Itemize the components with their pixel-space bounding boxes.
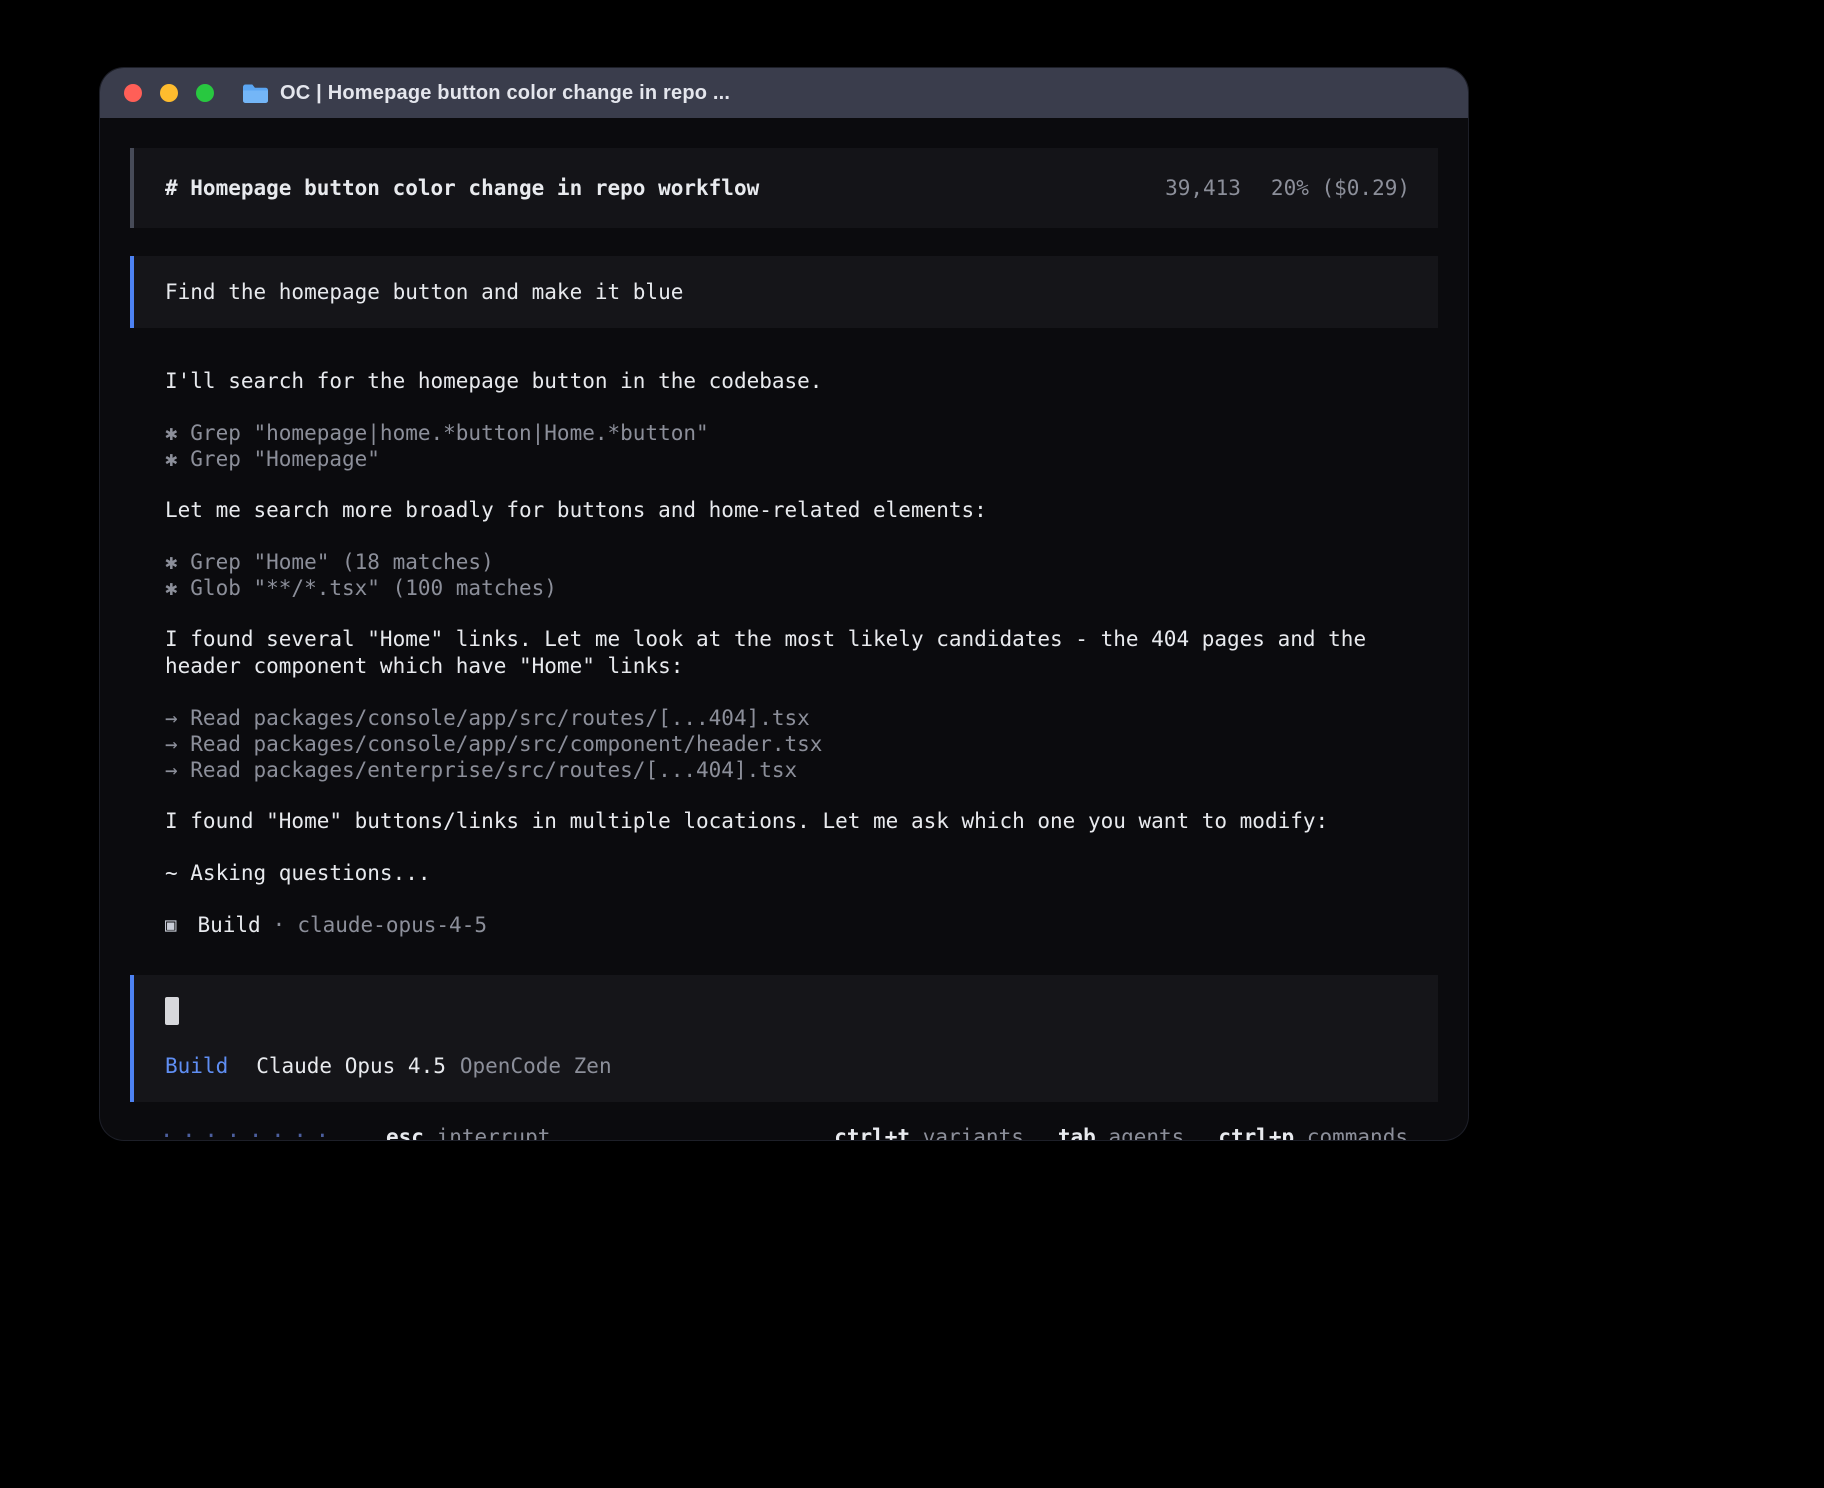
tab-key: tab: [1058, 1125, 1096, 1141]
progress-dots: ········: [160, 1124, 338, 1140]
context-usage: 20% ($0.29): [1271, 176, 1410, 200]
agent-icon: ▣: [165, 912, 176, 938]
titlebar: OC | Homepage button color change in rep…: [100, 68, 1468, 118]
input-provider-label: OpenCode Zen: [460, 1054, 612, 1078]
assistant-text: I found several "Home" links. Let me loo…: [165, 626, 1438, 680]
folder-icon: [242, 83, 269, 104]
ctrl-t-key: ctrl+t: [834, 1125, 910, 1141]
user-message: Find the homepage button and make it blu…: [130, 256, 1438, 328]
input-meta: Build Claude Opus 4.5 OpenCode Zen: [165, 1054, 1408, 1078]
user-message-text: Find the homepage button and make it blu…: [165, 280, 683, 304]
status-text: ~ Asking questions...: [165, 860, 1438, 887]
token-count: 39,413: [1165, 176, 1241, 200]
variants-label: variants: [923, 1125, 1024, 1141]
esc-key: esc: [386, 1125, 424, 1141]
tool-call-glob: ✱ Glob "**/*.tsx" (100 matches): [165, 575, 1438, 601]
minimize-button[interactable]: [160, 84, 178, 102]
input-model-label[interactable]: Claude Opus 4.5: [256, 1054, 446, 1078]
tool-call-group: ✱ Grep "homepage|home.*button|Home.*butt…: [165, 420, 1438, 472]
shortcut-commands: ctrl+p commands: [1218, 1125, 1408, 1141]
terminal-window: OC | Homepage button color change in rep…: [100, 68, 1468, 1140]
close-button[interactable]: [124, 84, 142, 102]
zoom-button[interactable]: [196, 84, 214, 102]
tool-call-group: → Read packages/console/app/src/routes/[…: [165, 705, 1438, 783]
shortcut-variants: ctrl+t variants: [834, 1125, 1024, 1141]
assistant-text: Let me search more broadly for buttons a…: [165, 497, 1438, 524]
input-mode-label[interactable]: Build: [165, 1054, 228, 1078]
session-stats: 39,413 20% ($0.29): [1165, 176, 1410, 200]
status-bar-right: ctrl+t variants tab agents ctrl+p comman…: [834, 1125, 1408, 1141]
text-cursor: [165, 997, 179, 1025]
session-header: # Homepage button color change in repo w…: [130, 148, 1438, 228]
esc-label: interrupt: [437, 1125, 551, 1141]
window-title: OC | Homepage button color change in rep…: [280, 82, 730, 105]
tool-call-read: → Read packages/console/app/src/componen…: [165, 731, 1438, 757]
agent-name: Build: [197, 912, 260, 938]
agents-label: agents: [1108, 1125, 1184, 1141]
assistant-text: I'll search for the homepage button in t…: [165, 368, 1438, 395]
tool-call-grep: ✱ Grep "Homepage": [165, 446, 1438, 472]
tool-call-read: → Read packages/console/app/src/routes/[…: [165, 705, 1438, 731]
tool-call-read: → Read packages/enterprise/src/routes/[.…: [165, 757, 1438, 783]
agent-separator: ·: [273, 912, 286, 938]
tool-call-grep: ✱ Grep "Home" (18 matches): [165, 549, 1438, 575]
status-bar-left: ········ esc interrupt: [160, 1124, 550, 1140]
agent-model: claude-opus-4-5: [297, 912, 487, 938]
tool-call-grep: ✱ Grep "homepage|home.*button|Home.*butt…: [165, 420, 1438, 446]
agent-status-line: ▣ Build · claude-opus-4-5: [130, 912, 1438, 938]
ctrl-p-key: ctrl+p: [1218, 1125, 1294, 1141]
shortcut-interrupt: esc interrupt: [386, 1125, 550, 1141]
tool-call-group: ✱ Grep "Home" (18 matches) ✱ Glob "**/*.…: [165, 549, 1438, 601]
session-title: # Homepage button color change in repo w…: [165, 176, 759, 200]
shortcut-agents: tab agents: [1058, 1125, 1184, 1141]
status-bar: ········ esc interrupt ctrl+t variants t…: [130, 1124, 1438, 1140]
terminal-content: # Homepage button color change in repo w…: [100, 118, 1468, 1140]
traffic-lights: [124, 84, 214, 102]
commands-label: commands: [1307, 1125, 1408, 1141]
prompt-input[interactable]: Build Claude Opus 4.5 OpenCode Zen: [130, 975, 1438, 1102]
transcript: I'll search for the homepage button in t…: [130, 368, 1438, 887]
assistant-text: I found "Home" buttons/links in multiple…: [165, 808, 1438, 835]
